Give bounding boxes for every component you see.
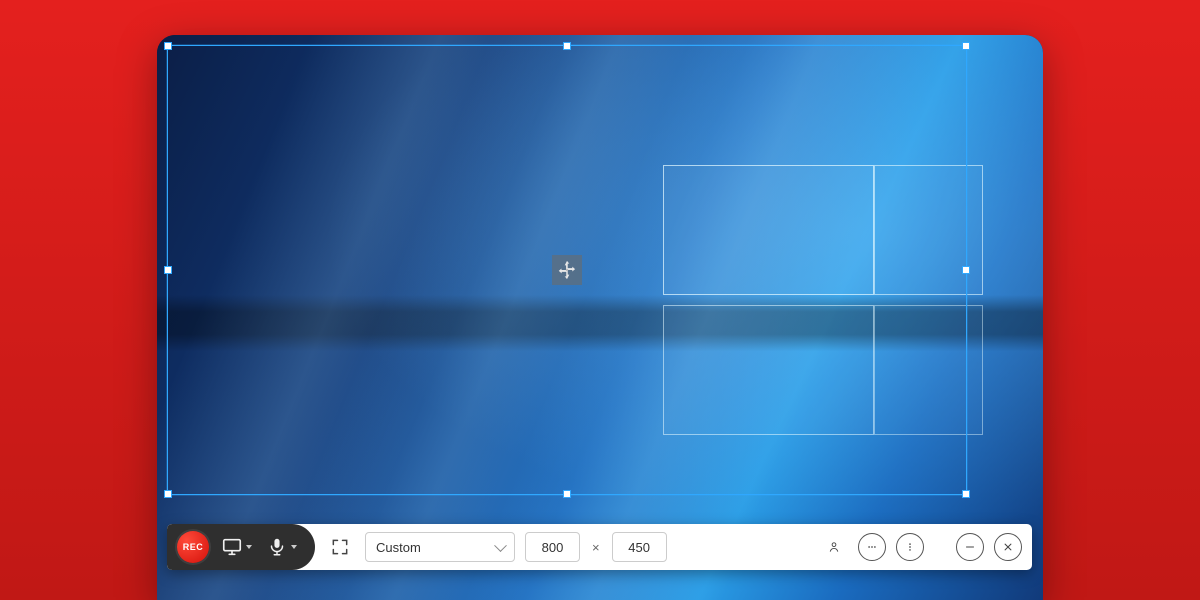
width-input[interactable] [525, 532, 580, 562]
desktop-background [157, 35, 1043, 600]
resize-handle-top-left[interactable] [164, 42, 172, 50]
record-label: REC [183, 542, 204, 552]
fullscreen-icon [330, 537, 350, 557]
resize-handle-bottom-middle[interactable] [563, 490, 571, 498]
monitor-icon [221, 536, 243, 558]
toolbar-dark-section: REC [167, 524, 315, 570]
windows-logo-pane [663, 165, 983, 435]
minus-icon [963, 540, 977, 554]
fullscreen-button[interactable] [325, 532, 355, 562]
webcam-button[interactable] [820, 533, 848, 561]
resize-handle-top-middle[interactable] [563, 42, 571, 50]
dots-vertical-icon [903, 540, 917, 554]
times-symbol: × [590, 540, 602, 555]
person-icon [827, 540, 841, 554]
chevron-down-icon [291, 545, 297, 549]
microphone-icon [266, 536, 288, 558]
resize-handle-middle-right[interactable] [962, 266, 970, 274]
screenshot-card: REC [157, 35, 1043, 600]
record-button[interactable]: REC [177, 531, 209, 563]
capture-source-button[interactable] [219, 532, 254, 562]
height-input[interactable] [612, 532, 667, 562]
microphone-button[interactable] [264, 532, 299, 562]
close-button[interactable] [994, 533, 1022, 561]
recorder-toolbar: REC [167, 524, 1032, 570]
move-handle[interactable] [552, 255, 582, 285]
toolbar-light-section: Custom × [315, 524, 1032, 570]
resize-handle-middle-left[interactable] [164, 266, 172, 274]
annotation-button[interactable] [858, 533, 886, 561]
minimize-button[interactable] [956, 533, 984, 561]
more-options-button[interactable] [896, 533, 924, 561]
resize-handle-bottom-right[interactable] [962, 490, 970, 498]
preset-size-label: Custom [376, 540, 421, 555]
move-icon [556, 259, 578, 281]
preset-size-select[interactable]: Custom [365, 532, 515, 562]
dots-horizontal-icon [865, 540, 879, 554]
chevron-down-icon [246, 545, 252, 549]
resize-handle-bottom-left[interactable] [164, 490, 172, 498]
resize-handle-top-right[interactable] [962, 42, 970, 50]
close-icon [1001, 540, 1015, 554]
